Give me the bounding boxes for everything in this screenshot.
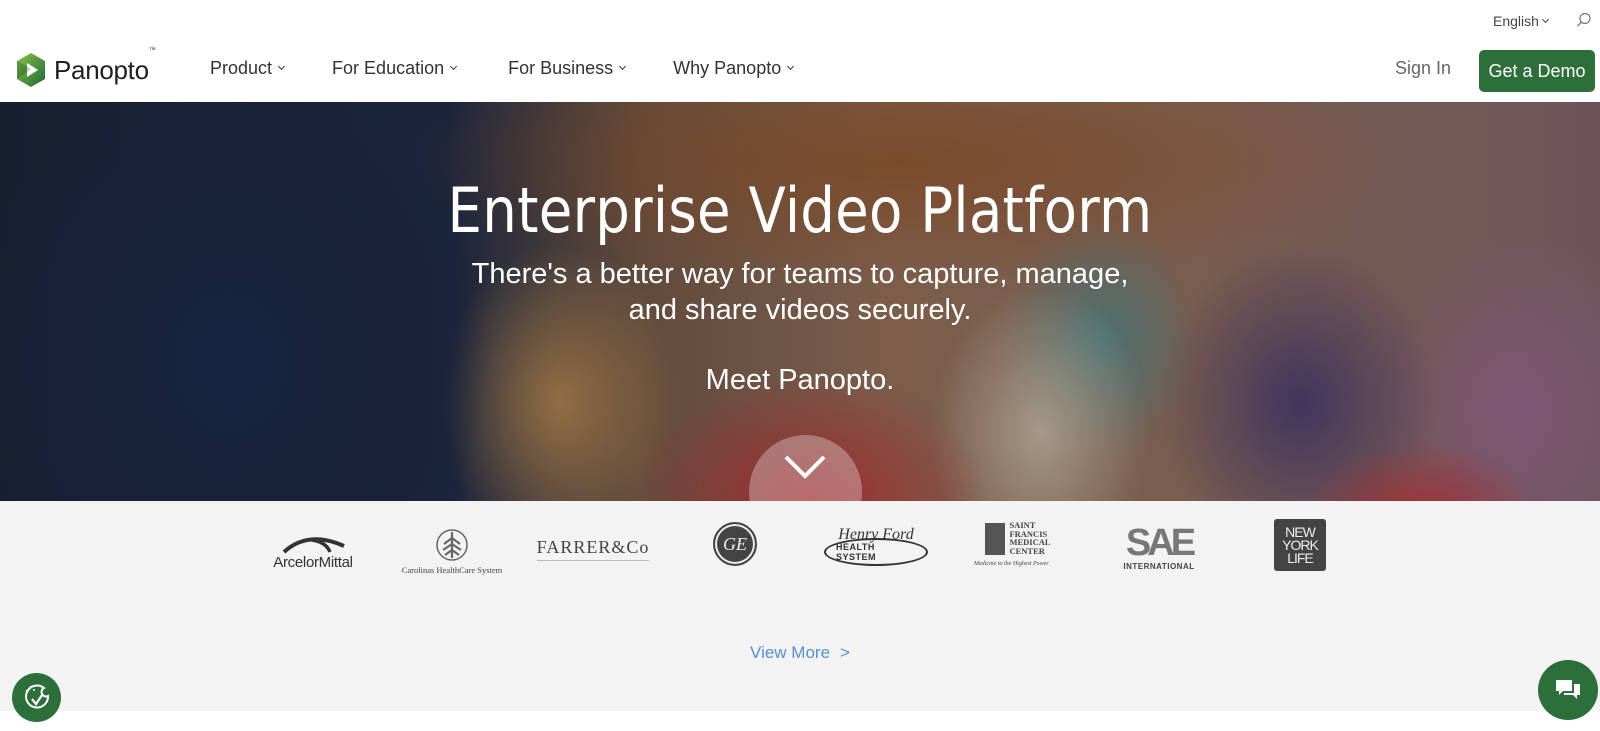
chevron-down-icon: [278, 62, 286, 71]
nav-item-product[interactable]: Product: [210, 58, 286, 79]
view-more-link[interactable]: View More >: [0, 643, 1600, 663]
logo-henry-ford: Henry Ford HEALTH SYSTEM: [824, 523, 928, 569]
chevron-right-icon: >: [840, 643, 850, 662]
sae-mark: SAE: [1125, 521, 1196, 564]
nav-item-for-business[interactable]: For Business: [508, 58, 627, 79]
logo-text: LIFE: [1287, 549, 1314, 566]
main-nav: Panopto™ Product For Education For Busin…: [0, 40, 1600, 102]
logo-text: ArcelorMittal: [273, 553, 353, 571]
logo-saint-francis: SAINT FRANCIS MEDICAL CENTER Medicine to…: [972, 521, 1064, 571]
logo-ge: GE: [712, 521, 758, 567]
hero-tagline: Meet Panopto.: [705, 364, 895, 396]
ge-monogram-icon: GE: [713, 522, 757, 566]
carolinas-tree-icon: [436, 528, 468, 561]
logo-arcelormittal: ArcelorMittal: [258, 521, 368, 581]
language-label: English: [1493, 13, 1539, 29]
logo-text: FARRER&Co: [536, 537, 650, 561]
sign-in-link[interactable]: Sign In: [1395, 58, 1451, 79]
nav-item-label: Product: [210, 58, 273, 78]
hero-title: Enterprise Video Platform: [447, 174, 1153, 247]
view-more-label: View More: [750, 643, 831, 662]
chat-icon: [1556, 680, 1580, 699]
nav-item-label: Why Panopto: [673, 58, 782, 78]
logo-carolinas-healthcare: Carolinas HealthCare System: [392, 521, 512, 581]
logo-sae-international: SAE INTERNATIONAL: [1118, 521, 1200, 573]
logo-farrer-co: FARRER&Co: [536, 529, 650, 569]
logo-text-block: SAINT FRANCIS MEDICAL CENTER: [1009, 521, 1050, 555]
logo-text: Carolinas HealthCare System: [401, 564, 503, 575]
logo-text: INTERNATIONAL: [1123, 561, 1195, 571]
cookie-consent-icon: [24, 684, 49, 708]
chevron-down-icon: [787, 62, 795, 71]
arcelormittal-arc-icon: [282, 536, 345, 554]
customer-logos-section: ArcelorMittal Carolinas HealthCare Syste…: [0, 501, 1600, 711]
utility-bar: English: [0, 0, 1600, 40]
cookie-consent-button[interactable]: [12, 673, 61, 722]
logo-text: CENTER: [1009, 545, 1045, 556]
chevron-down-icon: [450, 62, 458, 71]
logo-new-york-life: NEW YORK LIFE: [1274, 519, 1326, 571]
search-icon[interactable]: [1576, 12, 1592, 28]
logo-text: GE: [723, 533, 747, 554]
chevron-down-icon: [619, 62, 627, 71]
panopto-logo-icon: [17, 53, 45, 87]
nav-item-why-panopto[interactable]: Why Panopto: [673, 58, 795, 79]
chat-button[interactable]: [1538, 660, 1598, 720]
nav-item-label: For Business: [508, 58, 614, 78]
saint-francis-cross-icon: [985, 523, 1006, 555]
logo-text: Panopto™: [54, 46, 156, 85]
hero-subtitle-line: There's a better way for teams to captur…: [471, 258, 1129, 290]
hero-banner: Enterprise Video Platform There's a bett…: [0, 102, 1600, 501]
nav-item-label: For Education: [332, 58, 445, 78]
chevron-down-icon: [1541, 15, 1549, 23]
get-a-demo-button[interactable]: Get a Demo: [1479, 50, 1595, 92]
panopto-logo[interactable]: Panopto™: [14, 46, 156, 88]
language-selector[interactable]: English: [1493, 13, 1549, 29]
chevron-down-icon: [784, 455, 826, 479]
hero-subtitle: There's a better way for teams to captur…: [0, 256, 1600, 328]
nav-menu: Product For Education For Business Why P…: [210, 58, 841, 79]
hero-subtitle-line: and share videos securely.: [628, 294, 972, 326]
nav-item-for-education[interactable]: For Education: [332, 58, 458, 79]
logo-tagline: Medicine to the Highest Power: [974, 561, 1049, 567]
logo-text: HEALTH SYSTEM: [824, 538, 928, 566]
